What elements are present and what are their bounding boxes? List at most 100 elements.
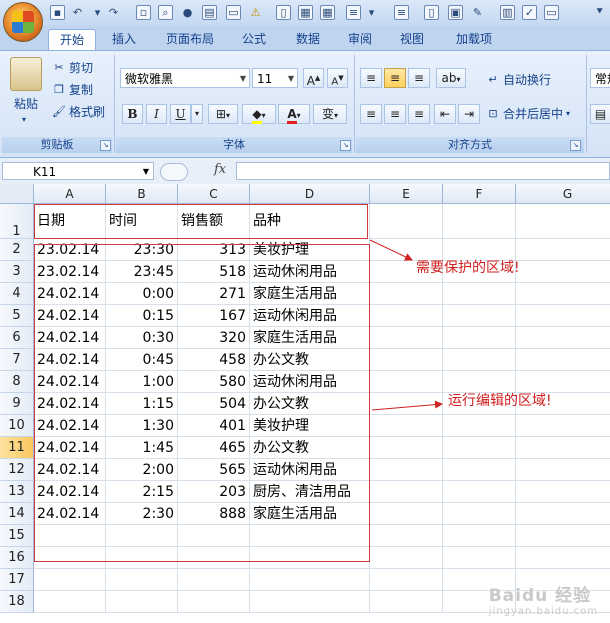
merge-center-button[interactable]: ⊡ 合并后居中 ▾	[486, 105, 570, 122]
tools-icon[interactable]: ✎	[470, 5, 485, 20]
align-right-button[interactable]: ≡	[408, 104, 430, 124]
page-icon[interactable]: ▯	[276, 5, 291, 20]
underline-dropdown-icon[interactable]: ▾	[191, 104, 203, 124]
wrap-text-button[interactable]: ↵ 自动换行	[486, 71, 551, 88]
undo-dropdown-icon[interactable]: ▾	[90, 5, 105, 20]
borders-button[interactable]: ⊞▾	[208, 104, 238, 124]
format-painter-button[interactable]: 🖌 格式刷	[52, 103, 105, 120]
print-preview-icon[interactable]: ▫	[136, 5, 151, 20]
grow-font-icon: A	[306, 74, 315, 88]
italic-button[interactable]: I	[146, 104, 167, 124]
wrap-text-label: 自动换行	[503, 73, 552, 87]
baidu-watermark: Baidu 经验 jingyan.baidu.com	[489, 581, 598, 617]
formula-bar-expander[interactable]	[160, 163, 188, 181]
align-bottom-button[interactable]: ≡	[408, 68, 430, 88]
scissors-icon: ✂	[54, 60, 64, 74]
font-group-label: 字体	[116, 137, 352, 153]
watermark-brand: Baidu 经验	[488, 586, 592, 606]
underline-button[interactable]: U	[170, 104, 191, 124]
paste-dropdown-icon[interactable]: ▾	[22, 115, 26, 124]
tab-data[interactable]: 数据	[288, 29, 328, 49]
chart-icon[interactable]: ▥	[500, 5, 515, 20]
search-icon[interactable]: ⌕	[158, 5, 173, 20]
increase-indent-button[interactable]: ⇥	[458, 104, 480, 124]
tab-page-layout[interactable]: 页面布局	[158, 29, 222, 49]
tab-formulas[interactable]: 公式	[234, 29, 274, 49]
wrap-text-icon: ↵	[488, 72, 498, 86]
copy-button[interactable]: ❐ 复制	[52, 81, 93, 98]
align-left-button[interactable]: ≡	[360, 104, 382, 124]
tab-home[interactable]: 开始	[48, 29, 96, 50]
ribbon: 粘贴 ▾ ✂ 剪切 ❐ 复制 🖌 格式刷 剪贴板 ↘ 微软雅黑 ▼ 11 ▼ A…	[0, 51, 610, 158]
cut-label: 剪切	[69, 61, 94, 75]
align-middle-button[interactable]: ≡	[384, 68, 406, 88]
orientation-icon: ab	[441, 71, 457, 85]
clipboard-dialog-launcher[interactable]: ↘	[100, 140, 111, 151]
new-page-icon[interactable]: ▯	[424, 5, 439, 20]
form-icon[interactable]: ▤	[202, 5, 217, 20]
chevron-down-icon: ▼	[142, 167, 149, 176]
warning-icon[interactable]: ⚠	[248, 5, 263, 20]
title-bar: ▪ ↶ ▾ ↷ ▫ ⌕ ● ▤ ▭ ⚠ ▯ ▦ ▦ ≡ ▾ ≡ ▯ ▣ ✎ ▥ …	[0, 0, 610, 26]
align-top-button[interactable]: ≡	[360, 68, 382, 88]
worksheet-grid: ABCDEFG 1 2 3 4 5 6 7 8 9 10 11 12 13 14 15 16 17 18 日期 时间…	[0, 184, 610, 623]
insert-function-button[interactable]: fx	[214, 162, 226, 177]
redo-icon[interactable]: ↷	[106, 5, 121, 20]
window-icon[interactable]: ▭	[544, 5, 559, 20]
fill-color-button[interactable]: ◆▾	[242, 104, 276, 124]
orientation-button[interactable]: ab▾	[436, 68, 466, 88]
cell-icon[interactable]: ▭	[226, 5, 241, 20]
chevron-down-icon: ▼	[287, 74, 294, 83]
font-color-icon: A	[287, 107, 297, 124]
borders-icon: ⊞	[215, 107, 227, 121]
grid-icon[interactable]: ▦	[320, 5, 335, 20]
name-box[interactable]: K11 ▼	[2, 162, 154, 180]
font-name-select[interactable]: 微软雅黑 ▼	[120, 68, 250, 88]
font-color-button[interactable]: A▾	[278, 104, 310, 124]
office-logo-icon	[12, 11, 34, 33]
paste-button[interactable]: 粘贴	[14, 95, 38, 112]
editable-arrow	[371, 400, 443, 411]
dropdown-icon[interactable]: ▾	[364, 5, 379, 20]
tab-review[interactable]: 审阅	[340, 29, 380, 49]
chevron-down-icon: ▾	[566, 109, 571, 118]
font-dialog-launcher[interactable]: ↘	[340, 140, 351, 151]
office-button[interactable]	[3, 2, 43, 42]
number-format-select[interactable]: 常规	[590, 68, 610, 88]
group-separator	[586, 55, 587, 153]
tab-addins[interactable]: 加载项	[446, 29, 502, 49]
image-icon[interactable]: ▣	[448, 5, 463, 20]
table-icon[interactable]: ▦	[298, 5, 313, 20]
tab-insert[interactable]: 插入	[104, 29, 144, 49]
brush-icon: 🖌	[52, 104, 66, 118]
align-center-button[interactable]: ≡	[384, 104, 406, 124]
alignment-dialog-launcher[interactable]: ↘	[570, 140, 581, 151]
currency-button[interactable]: ▤	[590, 104, 610, 124]
circle-icon[interactable]: ●	[180, 5, 195, 20]
shrink-font-button[interactable]: A▼	[327, 68, 348, 88]
list-icon[interactable]: ≡	[346, 5, 361, 20]
check-icon[interactable]: ✓	[522, 5, 537, 20]
phonetic-button[interactable]: 变▾	[313, 104, 347, 124]
font-size-select[interactable]: 11 ▼	[252, 68, 298, 88]
protected-arrow	[369, 239, 413, 261]
tab-view[interactable]: 视图	[392, 29, 432, 49]
phonetic-icon: 变	[321, 107, 334, 121]
protected-area-annotation: 需要保护的区域!	[416, 260, 520, 276]
merge-center-label: 合并后居中	[503, 107, 564, 121]
document-icon[interactable]: ≡	[394, 5, 409, 20]
paste-icon[interactable]	[10, 57, 42, 91]
customize-toolbar-icon[interactable]: ⯆	[595, 5, 604, 19]
bold-button[interactable]: B	[122, 104, 143, 124]
cut-button[interactable]: ✂ 剪切	[52, 59, 93, 76]
font-size-value: 11	[257, 72, 273, 86]
alignment-group-label: 对齐方式	[356, 137, 584, 153]
number-format-value: 常规	[595, 72, 610, 86]
undo-icon[interactable]: ↶	[70, 5, 85, 20]
ribbon-tabs: 开始 插入 页面布局 公式 数据 审阅 视图 加载项	[0, 26, 610, 51]
save-icon[interactable]: ▪	[50, 5, 65, 20]
formula-input[interactable]	[236, 162, 610, 180]
grow-font-button[interactable]: A▲	[303, 68, 324, 88]
decrease-indent-button[interactable]: ⇤	[434, 104, 456, 124]
watermark-url: jingyan.baidu.com	[488, 606, 598, 617]
